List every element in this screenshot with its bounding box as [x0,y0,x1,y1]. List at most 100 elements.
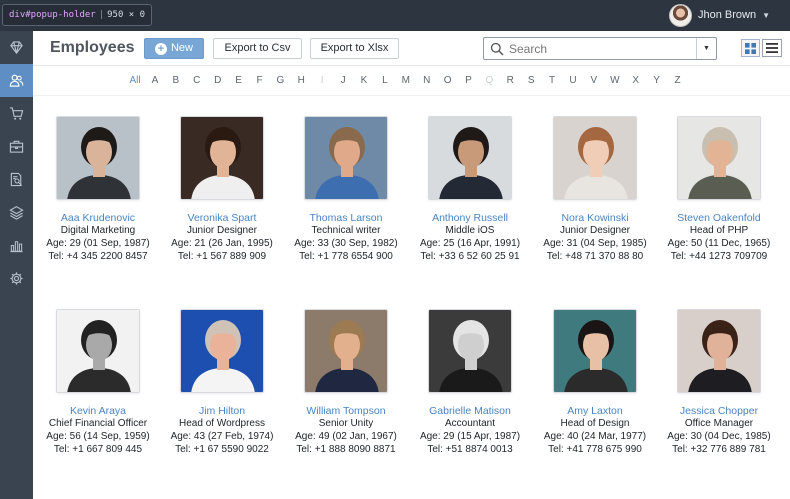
chevron-down-icon[interactable]: ▼ [762,11,770,20]
alphabet-letter-n[interactable]: N [420,75,434,86]
alphabet-letter-g[interactable]: G [273,75,287,86]
grid-view-button[interactable] [741,39,760,57]
employee-name-link[interactable]: Gabrielle Matison [408,405,532,417]
employee-age: Age: 50 (11 Dec, 1965) [667,238,771,249]
alphabet-letter-r[interactable]: R [503,75,517,86]
employee-card[interactable]: Thomas Larson Technical writer Age: 33 (30… [284,116,408,263]
employee-card[interactable]: Amy Laxton Head of Design Age: 40 (24 Mar,… [533,309,657,456]
alphabet-letter-all[interactable]: All [126,75,144,86]
employee-photo[interactable] [428,116,512,200]
sidebar-item-settings[interactable] [0,262,33,295]
employee-photo[interactable] [56,116,140,200]
alphabet-letter-f[interactable]: F [253,75,267,86]
export-xlsx-button[interactable]: Export to Xlsx [310,38,399,59]
employee-name-link[interactable]: Nora Kowinski [533,212,657,224]
grid-icon [745,42,756,54]
alphabet-letter-s[interactable]: S [524,75,538,86]
sidebar-item-reports[interactable] [0,163,33,196]
alphabet-letter-w[interactable]: W [608,75,622,86]
employee-phone: Tel: +48 71 370 88 80 [546,251,644,262]
employee-card[interactable]: Steven Oakenfold Head of PHP Age: 50 (11 D… [657,116,781,263]
employee-photo[interactable] [677,116,761,200]
employee-card[interactable]: William Tompson Senior Unity Age: 49 (02 J… [284,309,408,456]
employee-age: Age: 31 (04 Sep, 1985) [543,238,647,249]
employee-phone: Tel: +1 667 809 445 [53,444,143,455]
employee-card[interactable]: Aaa Krudenovic Digital Marketing Age: 29 (… [36,116,160,263]
employee-name-link[interactable]: Steven Oakenfold [657,212,781,224]
employee-phone: Tel: +32 776 889 781 [672,444,766,455]
alphabet-letter-z[interactable]: Z [671,75,685,86]
employee-name-link[interactable]: Anthony Russell [408,212,532,224]
sidebar-item-layers[interactable] [0,196,33,229]
alphabet-letter-o[interactable]: O [441,75,455,86]
plus-icon: + [154,43,167,55]
alphabet-letter-a[interactable]: A [148,75,162,86]
employee-card[interactable]: Veronika Spart Junior Designer Age: 21 (26… [160,116,284,263]
alphabet-letter-t[interactable]: T [545,75,559,86]
alphabet-letter-e[interactable]: E [232,75,246,86]
employee-photo[interactable] [304,309,388,393]
alphabet-letter-b[interactable]: B [169,75,183,86]
employee-name-link[interactable]: Aaa Krudenovic [36,212,160,224]
report-icon [10,172,23,187]
user-menu[interactable]: Jhon Brown ▼ [668,3,770,27]
avatar[interactable] [668,3,692,27]
employee-name-link[interactable]: Jim Hilton [160,405,284,417]
user-name[interactable]: Jhon Brown [698,9,756,21]
alphabet-letter-c[interactable]: C [190,75,204,86]
devtools-element-name: div#popup-holder [9,10,96,20]
employee-card[interactable]: Gabrielle Matison Accountant Age: 29 (15 A… [408,309,532,456]
alphabet-letter-l[interactable]: L [378,75,392,86]
sidebar-item-statistics[interactable] [0,229,33,262]
alphabet-letter-x[interactable]: X [629,75,643,86]
employee-name-link[interactable]: Veronika Spart [160,212,284,224]
sidebar-item-dashboard[interactable] [0,31,33,64]
export-csv-button[interactable]: Export to Csv [213,38,302,59]
portrait-image [181,310,263,392]
employee-card[interactable]: Jessica Chopper Office Manager Age: 30 (04… [657,309,781,456]
alphabet-letter-j[interactable]: J [336,75,350,86]
new-button-label: New [170,42,193,54]
portrait-image [57,117,139,199]
alphabet-letter-p[interactable]: P [462,75,476,86]
employee-photo[interactable] [304,116,388,200]
employee-title: Head of Wordpress [179,418,265,429]
employee-photo[interactable] [180,309,264,393]
cart-icon [9,107,24,120]
employee-title: Junior Designer [186,225,258,236]
alphabet-letter-m[interactable]: M [399,75,413,86]
employee-card[interactable]: Nora Kowinski Junior Designer Age: 31 (04 … [533,116,657,263]
portrait-image [554,310,636,392]
alphabet-letter-k[interactable]: K [357,75,371,86]
employee-photo[interactable] [56,309,140,393]
employee-photo[interactable] [553,309,637,393]
search-input[interactable] [509,40,679,57]
employee-photo[interactable] [428,309,512,393]
list-view-button[interactable] [762,39,782,57]
employee-name-link[interactable]: Jessica Chopper [657,405,781,417]
new-button[interactable]: + New [144,38,204,59]
employee-photo[interactable] [553,116,637,200]
employee-name-link[interactable]: Thomas Larson [284,212,408,224]
portrait-image [429,117,511,199]
employee-name-link[interactable]: Amy Laxton [533,405,657,417]
employee-card[interactable]: Anthony Russell Middle iOS Age: 25 (16 Apr… [408,116,532,263]
alphabet-letter-v[interactable]: V [587,75,601,86]
alphabet-letter-y[interactable]: Y [650,75,664,86]
employee-card[interactable]: Kevin Araya Chief Financial Officer Age: 5… [36,309,160,456]
employee-name-link[interactable]: William Tompson [284,405,408,417]
employee-phone: Tel: +51 8874 0013 [427,444,513,455]
alphabet-letter-u[interactable]: U [566,75,580,86]
sidebar-item-projects[interactable] [0,130,33,163]
employee-card[interactable]: Jim Hilton Head of Wordpress Age: 43 (27 F… [160,309,284,456]
employee-phone: Tel: +1 778 6554 900 [299,251,393,262]
employee-photo[interactable] [677,309,761,393]
alphabet-letter-d[interactable]: D [211,75,225,86]
employee-phone: Tel: +1 888 8090 8871 [296,444,396,455]
sidebar-item-orders[interactable] [0,97,33,130]
alphabet-letter-h[interactable]: H [294,75,308,86]
employee-photo[interactable] [180,116,264,200]
sidebar-item-employees[interactable] [0,64,33,97]
search-dropdown-toggle[interactable]: ▼ [696,38,716,59]
employee-name-link[interactable]: Kevin Araya [36,405,160,417]
